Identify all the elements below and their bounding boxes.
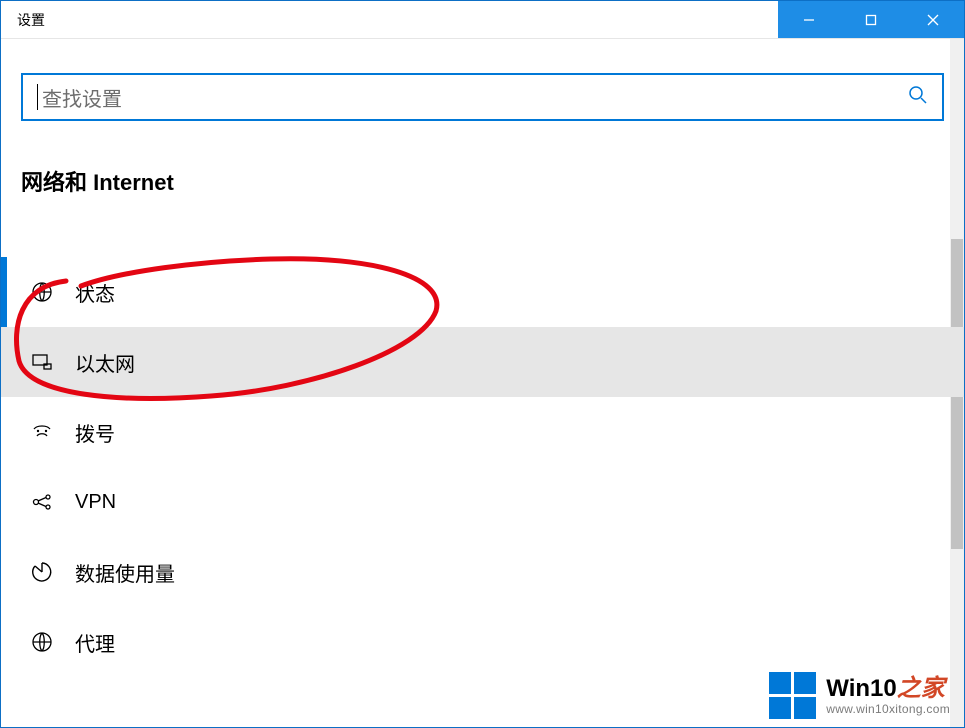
vpn-icon	[27, 491, 57, 513]
search-placeholder: 查找设置	[42, 83, 908, 112]
maximize-button[interactable]	[840, 1, 902, 38]
close-button[interactable]	[902, 1, 964, 38]
watermark-brand-prefix: Win10	[826, 675, 896, 702]
titlebar: 设置	[1, 1, 964, 39]
nav-item-ethernet[interactable]: 以太网	[1, 327, 964, 397]
search-input[interactable]: 查找设置	[21, 73, 944, 121]
windows-logo-icon	[769, 672, 816, 719]
watermark-brand-suffix: 之家	[897, 675, 945, 702]
nav-item-label: 拨号	[75, 418, 115, 447]
nav-list: 状态 以太网	[1, 257, 964, 677]
ethernet-icon	[27, 351, 57, 373]
nav-item-label: 数据使用量	[75, 558, 175, 587]
search-icon	[908, 85, 928, 110]
caption-buttons	[778, 1, 964, 38]
nav-item-proxy[interactable]: 代理	[1, 607, 964, 677]
proxy-icon	[27, 631, 57, 653]
nav-item-dialup[interactable]: 拨号	[1, 397, 964, 467]
watermark: Win10之家 www.win10xitong.com	[769, 672, 950, 719]
nav-item-vpn[interactable]: VPN	[1, 467, 964, 537]
nav-item-status[interactable]: 状态	[1, 257, 964, 327]
watermark-url: www.win10xitong.com	[826, 703, 950, 715]
nav-item-label: 代理	[75, 628, 115, 657]
status-icon	[27, 281, 57, 303]
window-title: 设置	[1, 10, 45, 30]
nav-item-label: 以太网	[75, 348, 135, 377]
nav-item-label: VPN	[75, 491, 116, 514]
nav-item-data-usage[interactable]: 数据使用量	[1, 537, 964, 607]
dialup-icon	[27, 421, 57, 443]
nav-item-label: 状态	[75, 278, 115, 307]
data-usage-icon	[27, 561, 57, 583]
section-heading: 网络和 Internet	[1, 121, 964, 197]
minimize-button[interactable]	[778, 1, 840, 38]
